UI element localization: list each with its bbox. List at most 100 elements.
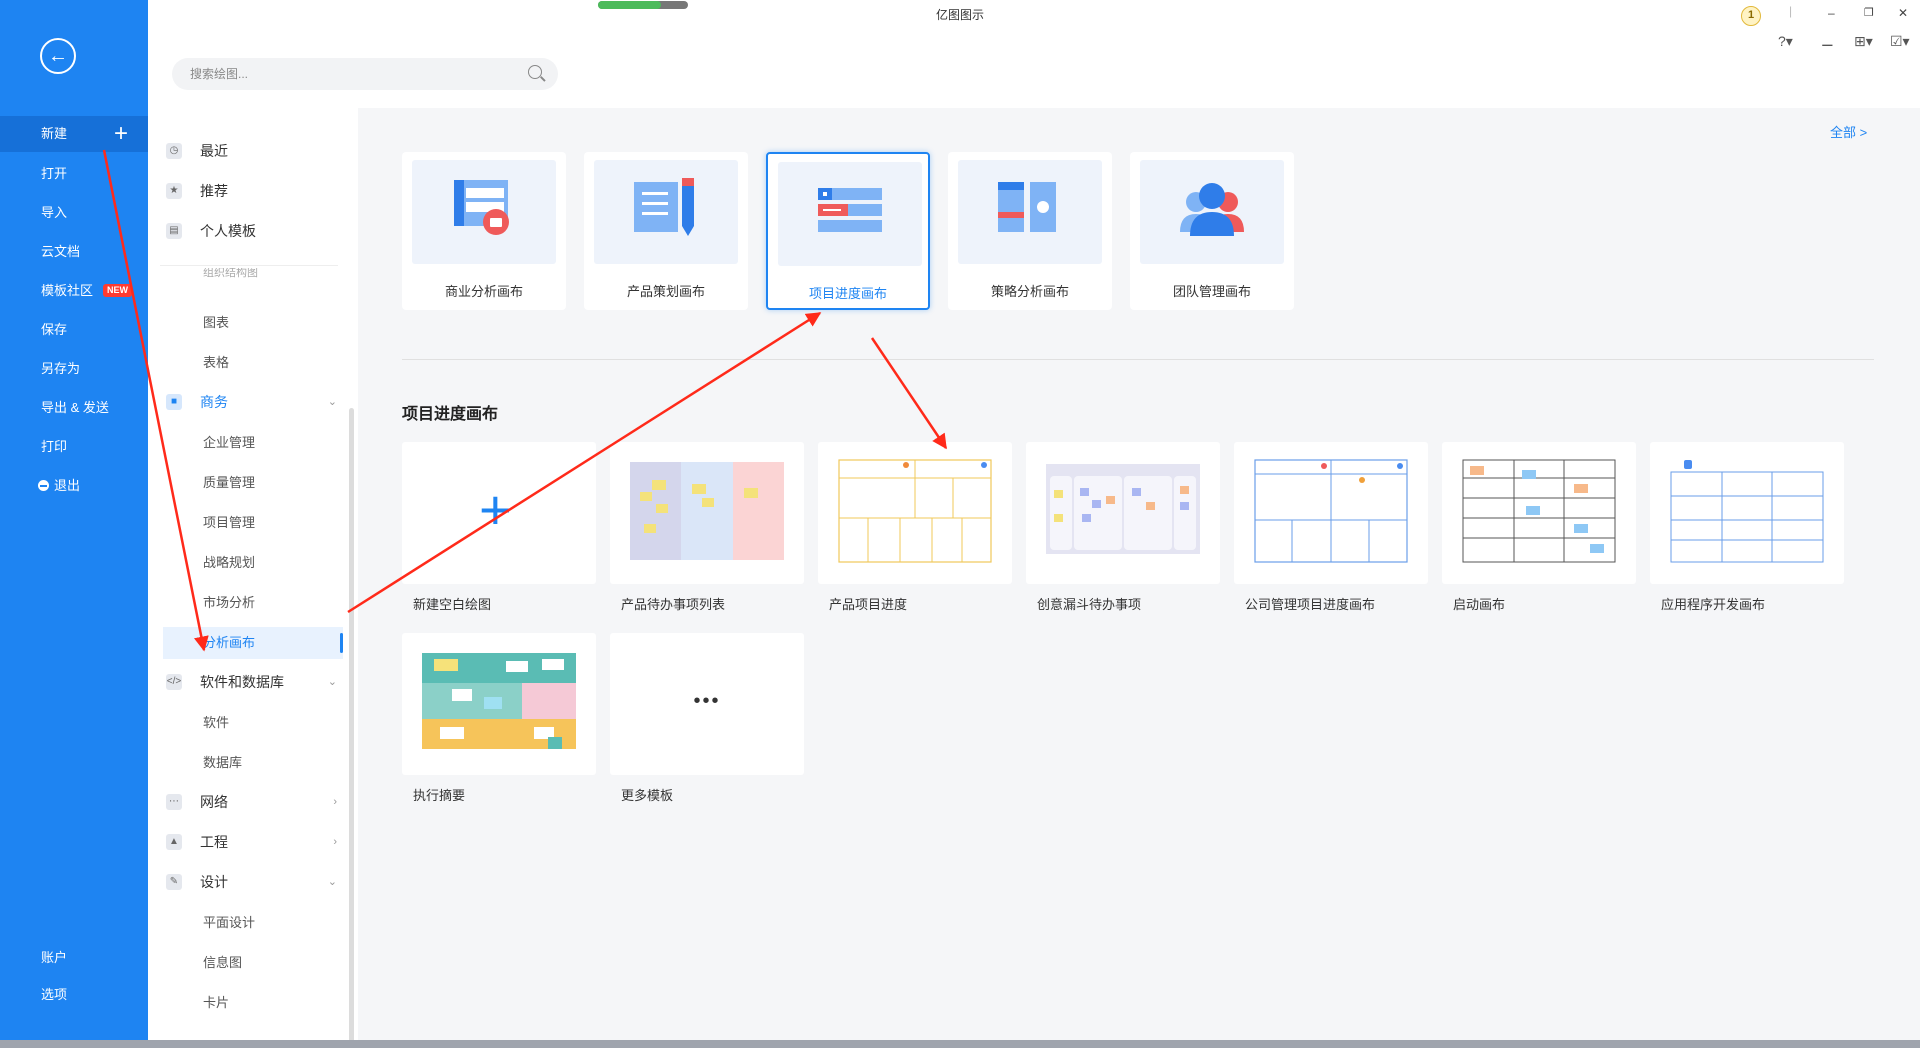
subcategory-analysis-canvas[interactable]: 分析画布: [163, 627, 343, 659]
card-team-management-canvas[interactable]: 团队管理画布: [1130, 152, 1294, 310]
plus-icon: +: [113, 120, 128, 147]
category-label: 设计: [200, 874, 228, 890]
template-label: 更多模板: [621, 788, 674, 803]
template-label: 应用程序开发画布: [1661, 597, 1766, 612]
template-thumbnail: [422, 647, 576, 757]
subcategory-enterprise-mgmt[interactable]: 企业管理: [148, 427, 343, 459]
category-design[interactable]: ✎ 设计 ⌄: [148, 866, 343, 898]
sidebar-item-options[interactable]: 选项: [0, 977, 148, 1013]
plus-icon: +: [479, 478, 512, 541]
back-arrow-icon[interactable]: ←: [40, 38, 76, 74]
close-icon[interactable]: ✕: [1898, 6, 1908, 20]
help-icon[interactable]: ?▾: [1778, 33, 1793, 50]
template-new-blank[interactable]: +: [402, 442, 596, 584]
section-title: 项目进度画布: [402, 406, 499, 423]
design-icon: ✎: [166, 874, 182, 890]
chevron-down-icon: ⌄: [327, 876, 337, 888]
team-management-icon: [1140, 160, 1284, 264]
subcategory-market-analysis[interactable]: 市场分析: [148, 587, 343, 619]
template-thumbnail: [838, 456, 992, 566]
sidebar-item-label: 新建: [41, 126, 68, 141]
window-title: 亿图图示: [935, 8, 984, 22]
os-taskbar: [0, 1040, 1920, 1048]
subcategory-software[interactable]: 软件: [148, 707, 343, 739]
template-executive-summary[interactable]: [402, 633, 596, 775]
category-panel: ◷ 最近 ★ 推荐 ▤ 个人模板 组织结构图 图表 表格 ■ 商务 ⌄ 企业管理 质量管理…: [148, 108, 358, 1048]
sidebar-item-label: 另存为: [41, 361, 81, 376]
subcategory-graphic-design[interactable]: 平面设计: [148, 907, 343, 939]
category-network[interactable]: ⋯ 网络 ›: [148, 786, 343, 818]
template-label: 启动画布: [1453, 597, 1506, 612]
subcategory-charts[interactable]: 图表: [148, 307, 343, 339]
minimize-icon[interactable]: –: [1828, 6, 1835, 20]
category-engineering[interactable]: ▲ 工程 ›: [148, 826, 343, 858]
template-product-backlog[interactable]: [610, 442, 804, 584]
sidebar-item-save-as[interactable]: 另存为: [0, 351, 148, 387]
template-thumbnail: [1462, 456, 1616, 566]
template-label: 产品待办事项列表: [621, 597, 726, 612]
sidebar-item-template-community[interactable]: 模板社区 NEW: [0, 273, 148, 309]
chevron-down-icon: ⌄: [327, 396, 337, 408]
category-label: 推荐: [200, 183, 228, 199]
category-software-database[interactable]: </> 软件和数据库 ⌄: [148, 666, 343, 698]
template-thumbnail: [630, 456, 784, 566]
code-icon: </>: [166, 674, 182, 690]
template-company-mgmt-progress[interactable]: [1234, 442, 1428, 584]
template-app-dev-canvas[interactable]: [1650, 442, 1844, 584]
sidebar-item-account[interactable]: 账户: [0, 940, 148, 976]
category-label: 软件和数据库: [200, 674, 284, 690]
shirt-theme-icon[interactable]: ☑▾: [1890, 33, 1910, 50]
template-label: 产品项目进度: [829, 597, 908, 612]
template-product-project-progress[interactable]: [818, 442, 1012, 584]
restore-icon[interactable]: ❐: [1864, 6, 1874, 19]
scrollbar[interactable]: [349, 408, 354, 1048]
card-label: 项目进度画布: [808, 286, 887, 301]
card-product-planning-canvas[interactable]: 产品策划画布: [584, 152, 748, 310]
sidebar-item-new[interactable]: 新建 +: [0, 116, 148, 152]
card-strategy-analysis-canvas[interactable]: 策略分析画布: [948, 152, 1112, 310]
view-all-link[interactable]: 全部 >: [1830, 122, 1867, 141]
card-label: 团队管理画布: [1172, 284, 1251, 299]
subcategory-quality-mgmt[interactable]: 质量管理: [148, 467, 343, 499]
card-project-progress-canvas[interactable]: 项目进度画布: [766, 152, 930, 310]
category-business[interactable]: ■ 商务 ⌄: [148, 386, 343, 418]
sidebar-item-open[interactable]: 打开: [0, 156, 148, 192]
category-partial-org-chart[interactable]: 组织结构图: [148, 268, 343, 286]
category-personal-templates[interactable]: ▤ 个人模板: [148, 215, 343, 247]
subcategory-database[interactable]: 数据库: [148, 747, 343, 779]
subcategory-project-mgmt[interactable]: 项目管理: [148, 507, 343, 539]
category-recommended[interactable]: ★ 推荐: [148, 175, 343, 207]
new-badge: NEW: [103, 284, 133, 297]
bell-icon[interactable]: ⚊: [1821, 33, 1834, 50]
template-launch-canvas[interactable]: [1442, 442, 1636, 584]
subcategory-tables[interactable]: 表格: [148, 347, 343, 379]
search-icon[interactable]: [528, 65, 542, 79]
sidebar-item-import[interactable]: 导入: [0, 195, 148, 231]
subcategory-infographic[interactable]: 信息图: [148, 947, 343, 979]
card-label: 策略分析画布: [990, 284, 1069, 299]
apps-grid-icon[interactable]: ⊞▾: [1854, 33, 1873, 50]
subcategory-cards[interactable]: 卡片: [148, 987, 343, 1019]
sidebar-item-label: 保存: [41, 322, 68, 337]
document-icon: ▤: [166, 223, 182, 239]
template-more[interactable]: •••: [610, 633, 804, 775]
search-input[interactable]: 搜索绘图...: [172, 58, 558, 90]
sidebar-item-label: 打印: [41, 439, 68, 454]
business-icon: ■: [166, 394, 182, 410]
sidebar-item-exit[interactable]: 退出: [0, 468, 148, 504]
sidebar-item-cloud-docs[interactable]: 云文档: [0, 234, 148, 270]
star-icon: ★: [166, 183, 182, 199]
category-label: 网络: [200, 794, 228, 810]
sidebar-item-export-send[interactable]: 导出 & 发送: [0, 390, 148, 426]
template-label: 创意漏斗待办事项: [1037, 597, 1142, 612]
template-idea-funnel-backlog[interactable]: [1026, 442, 1220, 584]
divider-icon: |: [1789, 4, 1793, 18]
card-business-analysis-canvas[interactable]: 商业分析画布: [402, 152, 566, 310]
subcategory-strategic-planning[interactable]: 战略规划: [148, 547, 343, 579]
search-placeholder: 搜索绘图...: [190, 67, 249, 81]
user-level-badge[interactable]: 1: [1741, 6, 1761, 26]
sidebar-item-save[interactable]: 保存: [0, 312, 148, 348]
business-canvas-icon: [412, 160, 556, 264]
category-recent[interactable]: ◷ 最近: [148, 135, 343, 167]
sidebar-item-print[interactable]: 打印: [0, 429, 148, 465]
